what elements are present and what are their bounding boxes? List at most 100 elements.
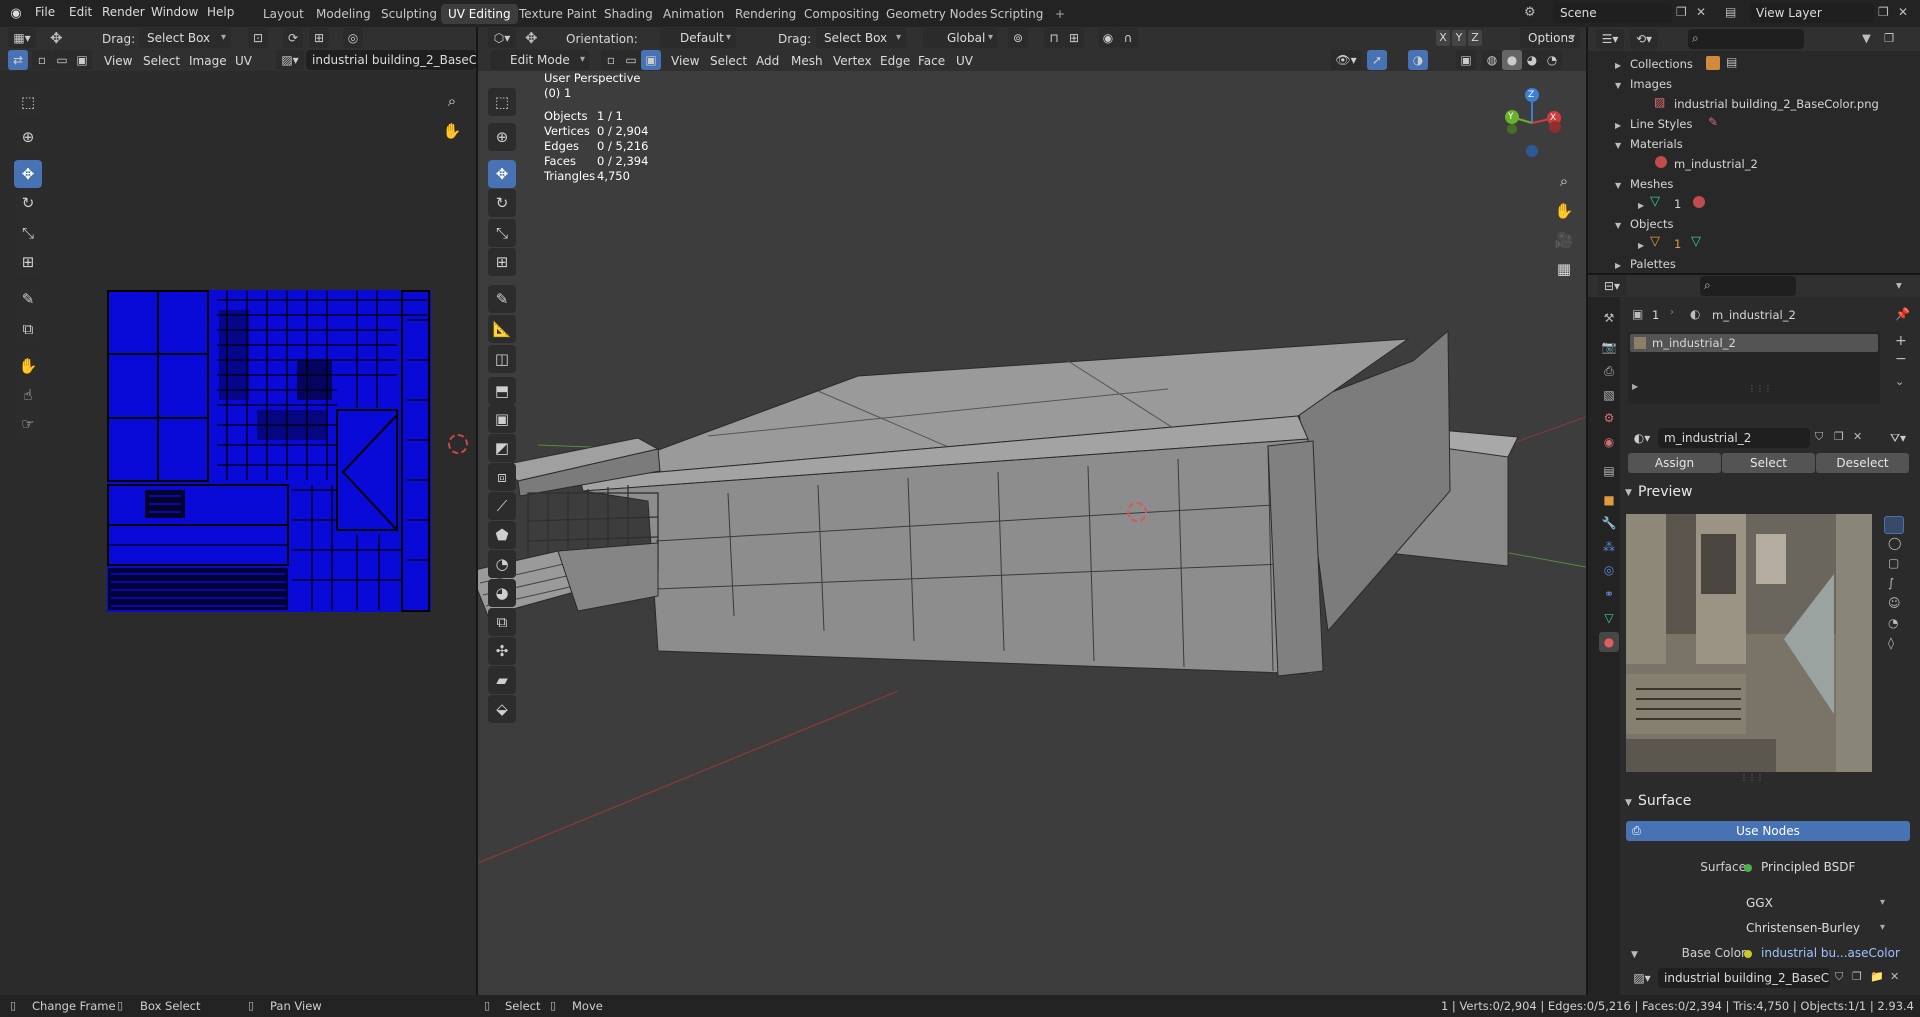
viewport-menu-vertex[interactable]: Vertex [833,54,872,68]
image-fake-user-icon[interactable]: ⛉ [1835,970,1843,984]
pinch-tool-icon[interactable]: ☞ [14,410,42,438]
texture-image-field[interactable]: industrial building_2_BaseColor... [1658,968,1830,988]
rendered-shading-icon[interactable]: ◔ [1542,50,1562,70]
outliner-palettes[interactable]: Palettes [1630,257,1676,271]
collapse-triangle-icon[interactable]: ▼ [1615,181,1621,190]
collapse-triangle-icon[interactable]: ▼ [1615,221,1621,230]
tab-rendering[interactable]: Rendering [728,4,803,24]
outliner-meshes[interactable]: Meshes [1630,177,1673,191]
physics-tab-icon[interactable]: ◎ [1599,560,1619,580]
vp-move-tool-icon[interactable]: ✥ [488,160,516,188]
display-mode-icon[interactable]: ⟲▾ [1630,29,1658,49]
tab-sculpting[interactable]: Sculpting [374,4,444,24]
world-tab-icon[interactable]: ◉ [1599,432,1619,452]
data-tab-icon[interactable]: ▽ [1599,608,1619,628]
uv-drag-dropdown[interactable]: Select Box [139,28,231,48]
tab-compositing[interactable]: Compositing [797,4,886,24]
vp-spin-tool-icon[interactable]: ◔ [488,550,516,578]
menu-file[interactable]: File [35,5,55,19]
vp-shear-tool-icon[interactable]: ▰ [488,666,516,694]
tab-texture-paint[interactable]: Texture Paint [512,4,603,24]
scene-field[interactable]: Scene [1554,3,1672,23]
constraints-tab-icon[interactable]: ⚭ [1599,584,1619,604]
ortho-toggle-icon[interactable]: ▦ [1551,256,1577,282]
vp-inset-tool-icon[interactable]: ▣ [488,405,516,433]
new-collection-icon[interactable]: ❐ [1884,31,1894,45]
transform-tool-icon[interactable]: ⊞ [14,248,42,276]
duplicate-material-icon[interactable]: ❐ [1834,430,1844,443]
outliner-type-icon[interactable]: ☰▾ [1596,29,1624,49]
delete-view-layer-icon[interactable]: ✕ [1898,5,1908,19]
fake-user-icon[interactable]: ⛉ [1815,430,1823,444]
collection-tab-icon[interactable]: ▤ [1599,461,1619,481]
menu-render[interactable]: Render [102,5,145,19]
snap-target-icon[interactable]: ⊞ [1064,28,1084,48]
preview-world-icon[interactable]: ◔ [1888,616,1898,630]
material-tab-icon[interactable]: ● [1599,632,1619,652]
pivot-icon[interactable]: ⊡ [248,28,268,48]
mirror-y-button[interactable]: Y [1452,30,1466,46]
scene-icon[interactable]: ⚙ [1524,5,1536,20]
tab-scripting[interactable]: Scripting [983,4,1050,24]
outliner-mesh-item[interactable]: 1 [1674,197,1681,211]
vp-add-cube-tool-icon[interactable]: ◫ [488,345,516,373]
expand-triangle-icon[interactable]: ▶ [1638,201,1644,210]
viewport-menu-add[interactable]: Add [756,54,779,68]
uv-layout-canvas[interactable] [107,290,431,612]
sync-icon[interactable]: ⟳ [283,28,303,48]
add-workspace-button[interactable]: + [1048,4,1072,24]
vp-edge-slide-tool-icon[interactable]: ⧉ [488,608,516,636]
face-mode-icon[interactable]: ▣ [641,50,661,70]
drag-dropdown[interactable]: Select Box [816,28,906,48]
viewport-menu-select[interactable]: Select [710,54,747,68]
collapse-triangle-icon[interactable]: ▼ [1615,141,1621,150]
slot-expand-icon[interactable]: ▶ [1632,382,1638,391]
vertex-mode-icon[interactable]: ▫ [601,50,621,70]
uv-menu-view[interactable]: View [104,54,132,68]
vp-cursor-tool-icon[interactable]: ⊕ [488,123,516,151]
pin-icon[interactable]: 📌 [1895,307,1910,321]
uv-menu-image[interactable]: Image [189,54,227,68]
menu-help[interactable]: Help [207,5,234,19]
image-unlink-icon[interactable]: ✕ [1890,970,1899,983]
edge-select-icon[interactable]: ▭ [52,50,72,70]
outliner-search-input[interactable] [1688,29,1804,49]
surface-shader-field[interactable]: Principled BSDF [1755,857,1883,877]
vp-measure-tool-icon[interactable]: 📐 [488,315,516,343]
material-link-icon[interactable]: ⛛▾ [1884,428,1912,448]
view-layer-field[interactable]: View Layer [1750,3,1874,23]
vp-rotate-tool-icon[interactable]: ↻ [488,189,516,217]
outliner-image-item[interactable]: industrial building_2_BaseColor.png [1674,97,1879,111]
options-dropdown[interactable]: Options [1520,28,1580,48]
resize-handle-icon[interactable]: ⋮⋮⋮ [1748,384,1772,393]
output-tab-icon[interactable]: ⎙ [1599,361,1619,381]
pan-hand-icon[interactable]: ✋ [439,118,465,144]
falloff-icon[interactable]: ∩ [1118,28,1138,48]
camera-view-icon[interactable]: 🎥 [1551,227,1577,253]
face-select-icon[interactable]: ▣ [72,50,92,70]
preview-cloth-icon[interactable]: ◊ [1888,636,1894,650]
expand-triangle-icon[interactable]: ▶ [1615,121,1621,130]
material-shading-icon[interactable]: ◕ [1522,50,1542,70]
material-slot-row[interactable]: m_industrial_2 [1630,334,1878,352]
cursor-tool-icon[interactable]: ⊕ [14,123,42,151]
scene-tab-icon[interactable]: ⚙ [1599,408,1619,428]
tab-layout[interactable]: Layout [256,4,311,24]
uv-menu-select[interactable]: Select [143,54,180,68]
preview-hair-icon[interactable]: ∫ [1888,576,1894,590]
overlay-toggle-icon[interactable]: ◑ [1408,50,1428,70]
outliner-line-styles[interactable]: Line Styles [1630,117,1693,131]
vp-rip-tool-icon[interactable]: ⬙ [488,695,516,723]
tab-modeling[interactable]: Modeling [309,4,378,24]
surface-panel-title[interactable]: Surface [1638,793,1691,809]
vp-annotate-tool-icon[interactable]: ✎ [488,285,516,313]
vp-shrink-tool-icon[interactable]: ✣ [488,637,516,665]
preview-resize-icon[interactable]: ⋮⋮⋮ [1740,773,1764,782]
base-color-texture-field[interactable]: industrial bu...aseColor.png [1755,943,1900,963]
image-name-field[interactable]: industrial building_2_BaseColor.p [306,50,476,70]
new-scene-icon[interactable]: ❐ [1676,5,1687,19]
proportional-edit-icon[interactable]: ◉ [1098,28,1118,48]
mode-dropdown[interactable]: Edit Mode [490,50,590,70]
orientation-dropdown[interactable]: Default [660,28,736,48]
remove-slot-icon[interactable]: − [1895,351,1907,367]
